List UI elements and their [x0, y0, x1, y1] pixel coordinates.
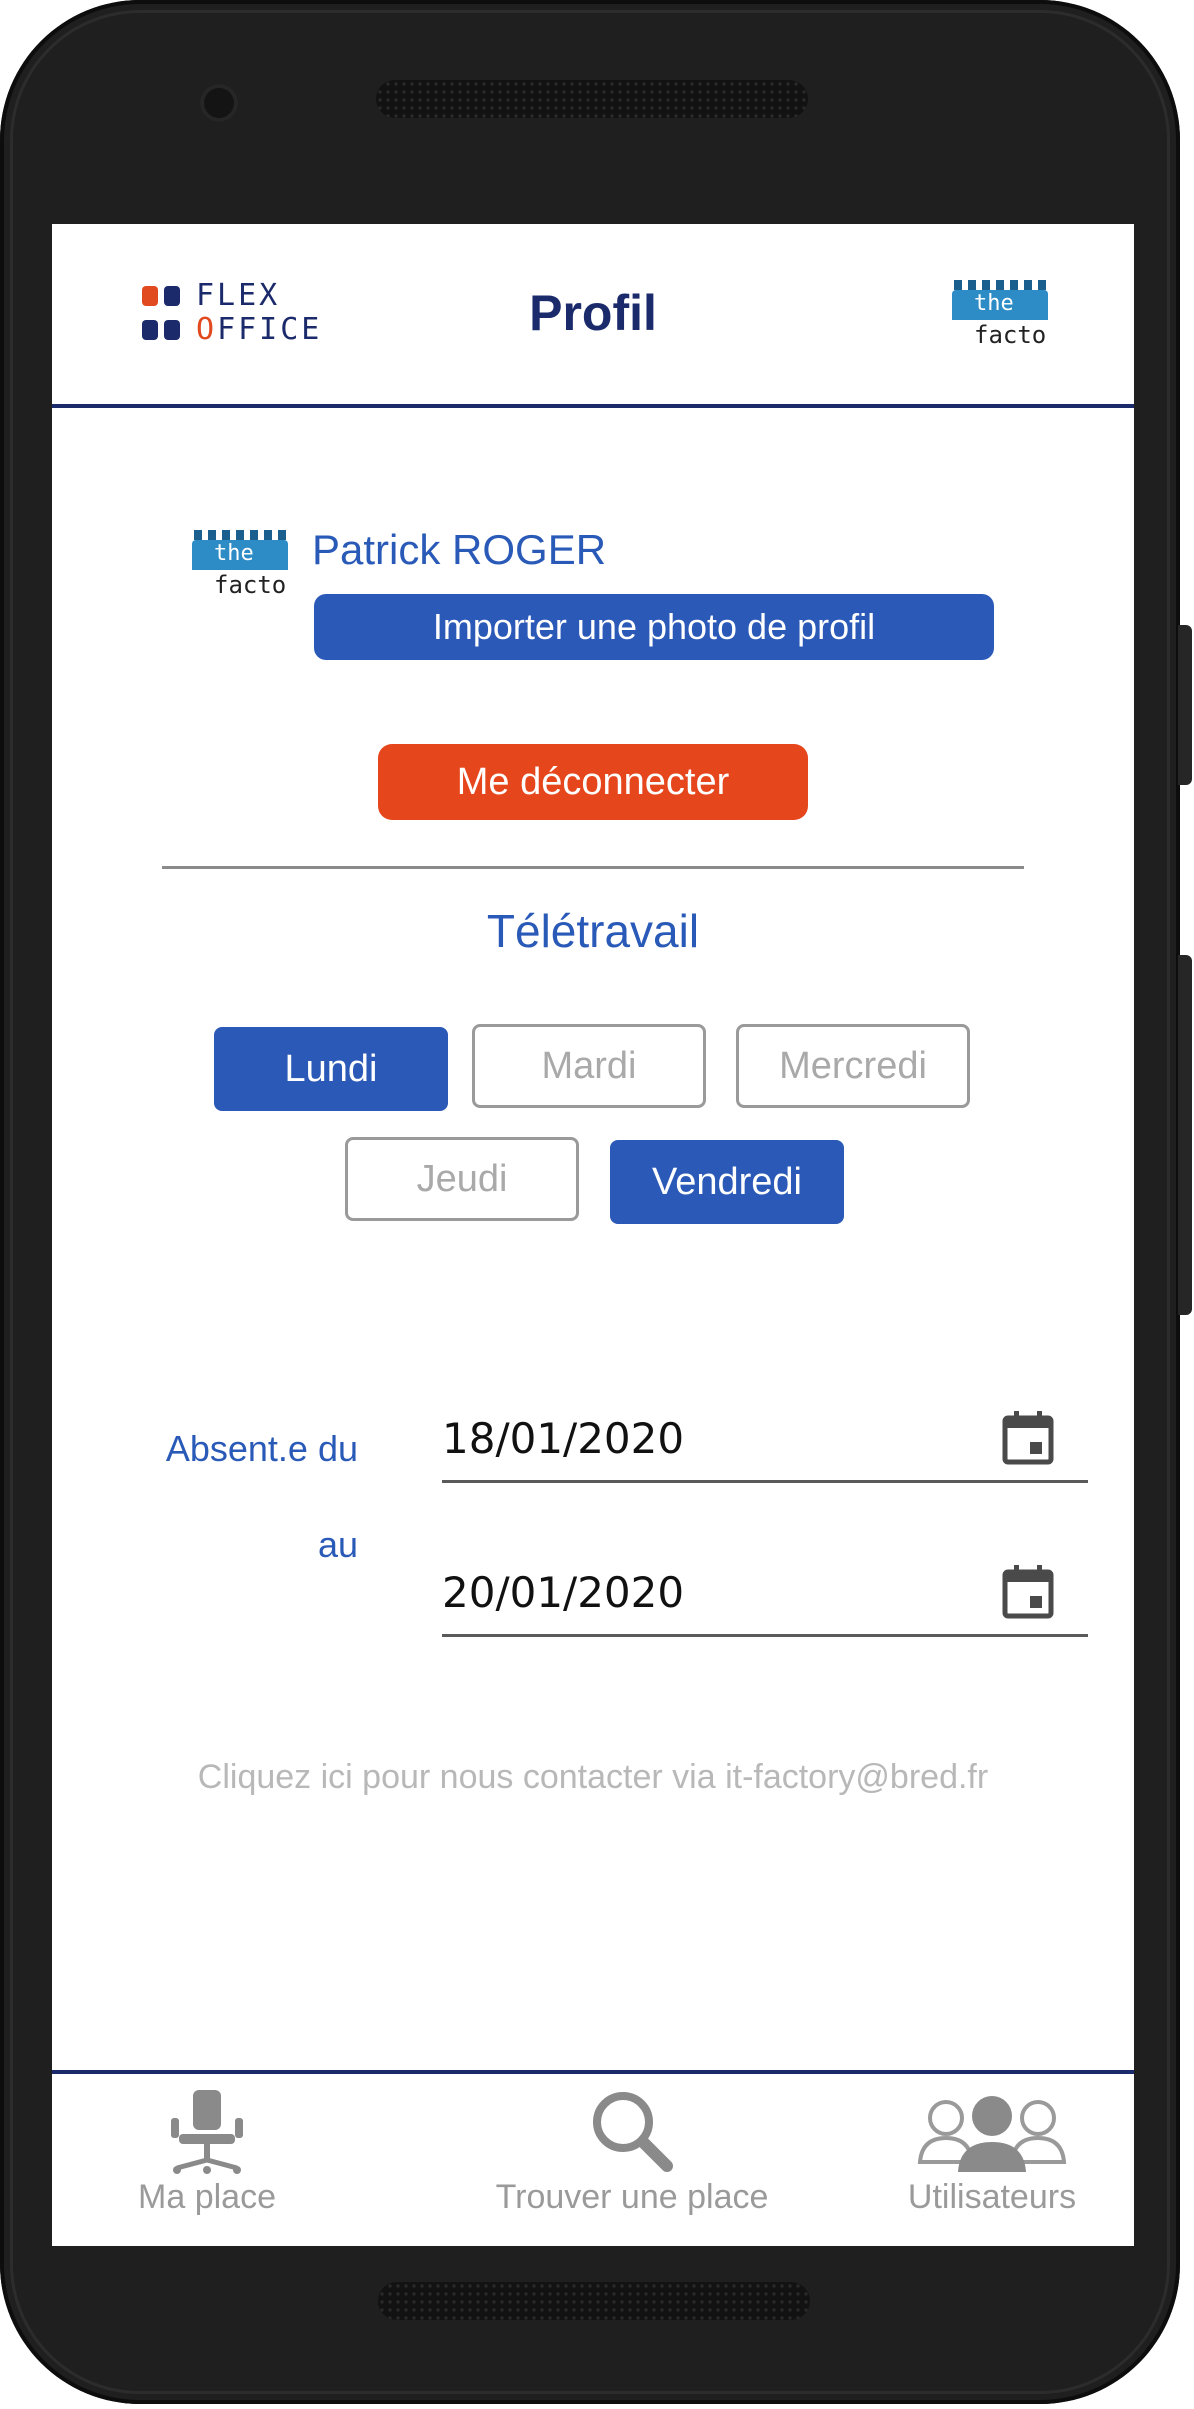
nav-label-ma-place: Ma place — [138, 2178, 276, 2216]
day-toggle-vendredi[interactable]: Vendredi — [610, 1140, 844, 1224]
telework-title: Télétravail — [486, 905, 700, 957]
day-toggle-mercredi[interactable]: Mercredi — [736, 1024, 970, 1108]
profile-avatar: the facto — [192, 526, 288, 606]
bottom-speaker — [378, 2282, 810, 2320]
factory-roof — [954, 280, 1046, 290]
day-toggle-mardi[interactable]: Mardi — [472, 1024, 706, 1108]
users-icon — [917, 2096, 1067, 2172]
bottom-navigation: Ma place Trouver une place Utilisateurs — [52, 2070, 1134, 2246]
office-chair-icon — [171, 2090, 243, 2174]
top-speaker — [376, 80, 808, 118]
factory-logo-bottom-text: facto — [214, 571, 287, 599]
power-button — [1178, 955, 1192, 1315]
search-icon — [593, 2092, 673, 2172]
factory-roof — [194, 530, 286, 540]
phone-frame: FLEX OFFICE Profil the facto the facto P… — [0, 0, 1180, 2404]
nav-item-utilisateurs[interactable]: Utilisateurs — [872, 2074, 1112, 2246]
factory-logo-top-text: the — [974, 291, 1014, 316]
day-toggle-lundi[interactable]: Lundi — [214, 1027, 448, 1111]
absence-to-date-field[interactable]: 20/01/2020 — [442, 1558, 1088, 1637]
user-name: Patrick ROGER — [312, 526, 607, 573]
nav-label-utilisateurs: Utilisateurs — [907, 2178, 1077, 2216]
volume-button — [1178, 625, 1192, 785]
absence-to-label: au — [317, 1524, 358, 1565]
absence-to-date-value: 20/01/2020 — [442, 1568, 685, 1617]
contact-link[interactable]: Cliquez ici pour nous contacter via it-f… — [52, 1758, 1134, 1797]
nav-label-trouver-une-place: Trouver une place — [495, 2178, 769, 2216]
import-photo-button[interactable]: Importer une photo de profil — [314, 594, 994, 660]
nav-item-trouver-une-place[interactable]: Trouver une place — [432, 2074, 832, 2246]
absence-from-date-field[interactable]: 18/01/2020 — [442, 1404, 1088, 1483]
app-screen: FLEX OFFICE Profil the facto the facto P… — [52, 224, 1134, 2246]
nav-item-ma-place[interactable]: Ma place — [82, 2074, 332, 2246]
app-header: FLEX OFFICE Profil the facto — [52, 224, 1134, 408]
factory-logo-bottom-text: facto — [974, 321, 1047, 349]
absence-from-date-value: 18/01/2020 — [442, 1414, 685, 1463]
front-camera — [200, 84, 238, 122]
absence-from-label: Absent.e du — [165, 1428, 358, 1469]
calendar-icon[interactable] — [1002, 1410, 1054, 1466]
logout-button[interactable]: Me déconnecter — [378, 744, 808, 820]
day-toggle-jeudi[interactable]: Jeudi — [345, 1137, 579, 1221]
section-divider — [162, 866, 1024, 869]
it-factory-avatar[interactable]: the facto — [952, 276, 1048, 356]
factory-logo-top-text: the — [214, 541, 254, 566]
calendar-icon[interactable] — [1002, 1564, 1054, 1620]
